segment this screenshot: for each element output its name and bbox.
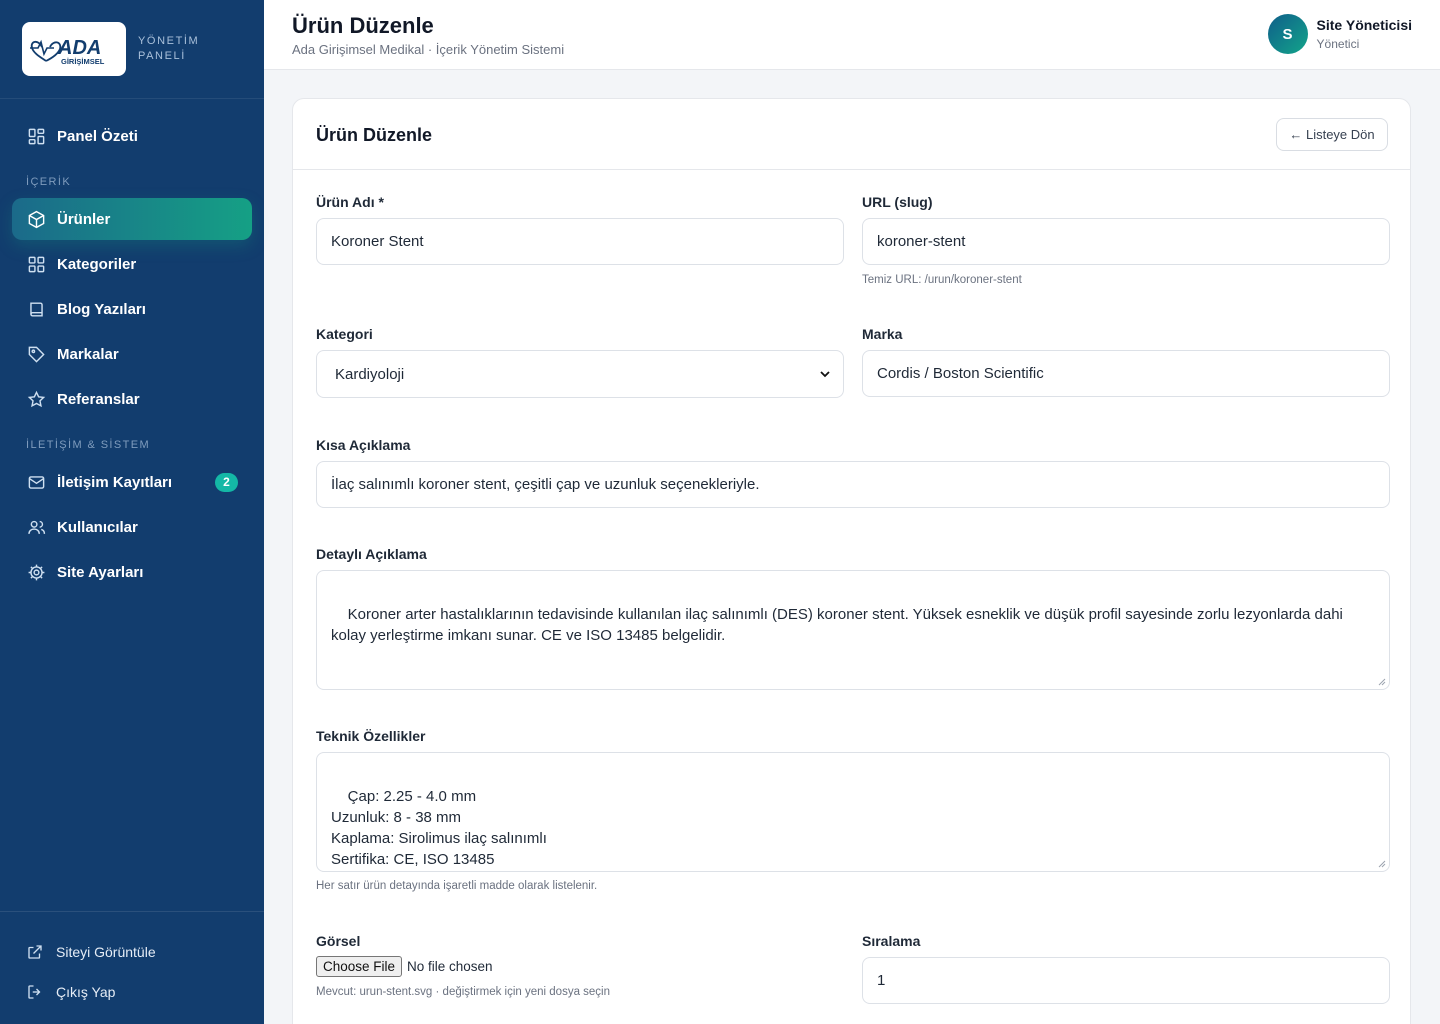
brand-label: Marka bbox=[862, 326, 903, 342]
avatar: S bbox=[1267, 14, 1308, 54]
view-site-link[interactable]: Siteyi Görüntüle bbox=[12, 932, 252, 972]
dashboard-grid-icon bbox=[26, 126, 46, 146]
product-edit-card: Ürün Düzenle ← Listeye Dön Ürün Adı * Ko… bbox=[292, 98, 1411, 1024]
sidebar-nav: Panel Özeti İÇERİK Ürünler Kategoriler B… bbox=[0, 99, 264, 593]
specs-textarea[interactable]: Çap: 2.25 - 4.0 mm Uzunluk: 8 - 38 mm Ka… bbox=[316, 752, 1390, 872]
sidebar-item-label: Ürünler bbox=[57, 210, 111, 228]
sidebar-item-references[interactable]: Referanslar bbox=[12, 378, 252, 420]
external-link-icon bbox=[26, 942, 46, 962]
image-label: Görsel bbox=[316, 933, 361, 949]
file-status: No file chosen bbox=[407, 959, 493, 974]
mail-icon bbox=[26, 472, 46, 492]
user-role: Yönetici bbox=[1316, 37, 1360, 51]
resize-handle-icon[interactable] bbox=[1378, 678, 1386, 686]
sidebar-item-users[interactable]: Kullanıcılar bbox=[12, 506, 252, 548]
product-name-input[interactable]: Koroner Stent bbox=[316, 218, 844, 265]
unread-count-badge: 2 bbox=[215, 472, 238, 492]
box-icon bbox=[26, 209, 46, 229]
sidebar-item-label: Kullanıcılar bbox=[57, 518, 138, 536]
category-label: Kategori bbox=[316, 326, 373, 342]
logo[interactable]: ADA GİRİŞİMSEL bbox=[22, 22, 126, 76]
specs-hint: Her satır ürün detayında işaretli madde … bbox=[316, 880, 598, 892]
brand-input[interactable]: Cordis / Boston Scientific bbox=[862, 350, 1390, 397]
book-icon bbox=[26, 299, 46, 319]
slug-hint: Temiz URL: /urun/koroner-stent bbox=[862, 274, 1022, 286]
grid-icon bbox=[26, 254, 46, 274]
sidebar-item-dashboard[interactable]: Panel Özeti bbox=[12, 115, 252, 157]
gear-icon bbox=[26, 562, 46, 582]
order-input[interactable]: 1 bbox=[862, 957, 1390, 1004]
page-subtitle: Ada Girişimsel Medikal · İçerik Yönetim … bbox=[292, 42, 565, 57]
brand: ADA GİRİŞİMSEL YÖNETİM PANELİ bbox=[0, 0, 264, 99]
view-site-label: Siteyi Görüntüle bbox=[56, 944, 156, 960]
page-title: Ürün Düzenle bbox=[292, 13, 434, 38]
section-label-system: İLETİŞİM & SİSTEM bbox=[26, 439, 151, 451]
user-menu[interactable]: S Site Yöneticisi Yönetici bbox=[1267, 14, 1412, 54]
sidebar-footer: Siteyi Görüntüle Çıkış Yap bbox=[0, 911, 264, 1024]
sidebar-item-brands[interactable]: Markalar bbox=[12, 333, 252, 375]
product-name-label: Ürün Adı * bbox=[316, 194, 384, 210]
long-description-label: Detaylı Açıklama bbox=[316, 546, 427, 562]
user-name: Site Yöneticisi bbox=[1316, 17, 1412, 33]
svg-text:GİRİŞİMSEL: GİRİŞİMSEL bbox=[61, 57, 105, 66]
topbar: Ürün Düzenle Ada Girişimsel Medikal · İç… bbox=[264, 0, 1440, 70]
sidebar-item-settings[interactable]: Site Ayarları bbox=[12, 551, 252, 593]
sidebar: ADA GİRİŞİMSEL YÖNETİM PANELİ Panel Özet… bbox=[0, 0, 264, 1024]
logo-heart-icon: ADA GİRİŞİMSEL bbox=[30, 37, 105, 66]
chevron-down-icon bbox=[820, 371, 830, 378]
slug-input[interactable]: koroner-stent bbox=[862, 218, 1390, 265]
logout-icon bbox=[26, 982, 46, 1002]
long-description-text: Koroner arter hastalıklarının tedavisind… bbox=[331, 606, 1348, 644]
card-header: Ürün Düzenle ← Listeye Dön bbox=[293, 99, 1410, 170]
sidebar-item-label: Blog Yazıları bbox=[57, 300, 146, 318]
section-label-content: İÇERİK bbox=[26, 176, 72, 188]
tag-icon bbox=[26, 344, 46, 364]
image-hint: Mevcut: urun-stent.svg · değiştirmek içi… bbox=[316, 986, 611, 998]
logout-link[interactable]: Çıkış Yap bbox=[12, 972, 252, 1012]
panel-label: YÖNETİM PANELİ bbox=[138, 35, 200, 62]
short-description-input[interactable]: İlaç salınımlı koroner stent, çeşitli ça… bbox=[316, 461, 1390, 508]
specs-text: Çap: 2.25 - 4.0 mm Uzunluk: 8 - 38 mm Ka… bbox=[331, 788, 547, 868]
sidebar-item-blog[interactable]: Blog Yazıları bbox=[12, 288, 252, 330]
slug-label: URL (slug) bbox=[862, 194, 933, 210]
star-icon bbox=[26, 389, 46, 409]
order-label: Sıralama bbox=[862, 933, 921, 949]
sidebar-item-label: Referanslar bbox=[57, 390, 140, 408]
sidebar-item-products[interactable]: Ürünler bbox=[12, 198, 252, 240]
sidebar-item-label: Kategoriler bbox=[57, 255, 137, 273]
choose-file-button[interactable]: Choose File bbox=[316, 956, 403, 977]
category-selected-value: Kardiyoloji bbox=[335, 365, 405, 383]
svg-text:ADA: ADA bbox=[57, 37, 101, 59]
resize-handle-icon[interactable] bbox=[1378, 860, 1386, 868]
category-select[interactable]: Kardiyoloji bbox=[316, 350, 844, 398]
sidebar-item-label: Panel Özeti bbox=[57, 127, 138, 145]
back-to-list-button[interactable]: ← Listeye Dön bbox=[1276, 118, 1388, 151]
sidebar-item-contact-records[interactable]: İletişim Kayıtları 2 bbox=[12, 461, 252, 503]
logout-label: Çıkış Yap bbox=[56, 984, 116, 1000]
sidebar-item-categories[interactable]: Kategoriler bbox=[12, 243, 252, 285]
users-icon bbox=[26, 517, 46, 537]
sidebar-item-label: İletişim Kayıtları bbox=[57, 473, 173, 491]
short-description-label: Kısa Açıklama bbox=[316, 437, 411, 453]
sidebar-item-label: Markalar bbox=[57, 345, 119, 363]
card-title: Ürün Düzenle bbox=[316, 125, 433, 145]
sidebar-item-label: Site Ayarları bbox=[57, 563, 144, 581]
long-description-textarea[interactable]: Koroner arter hastalıklarının tedavisind… bbox=[316, 570, 1390, 690]
specs-label: Teknik Özellikler bbox=[316, 728, 426, 744]
